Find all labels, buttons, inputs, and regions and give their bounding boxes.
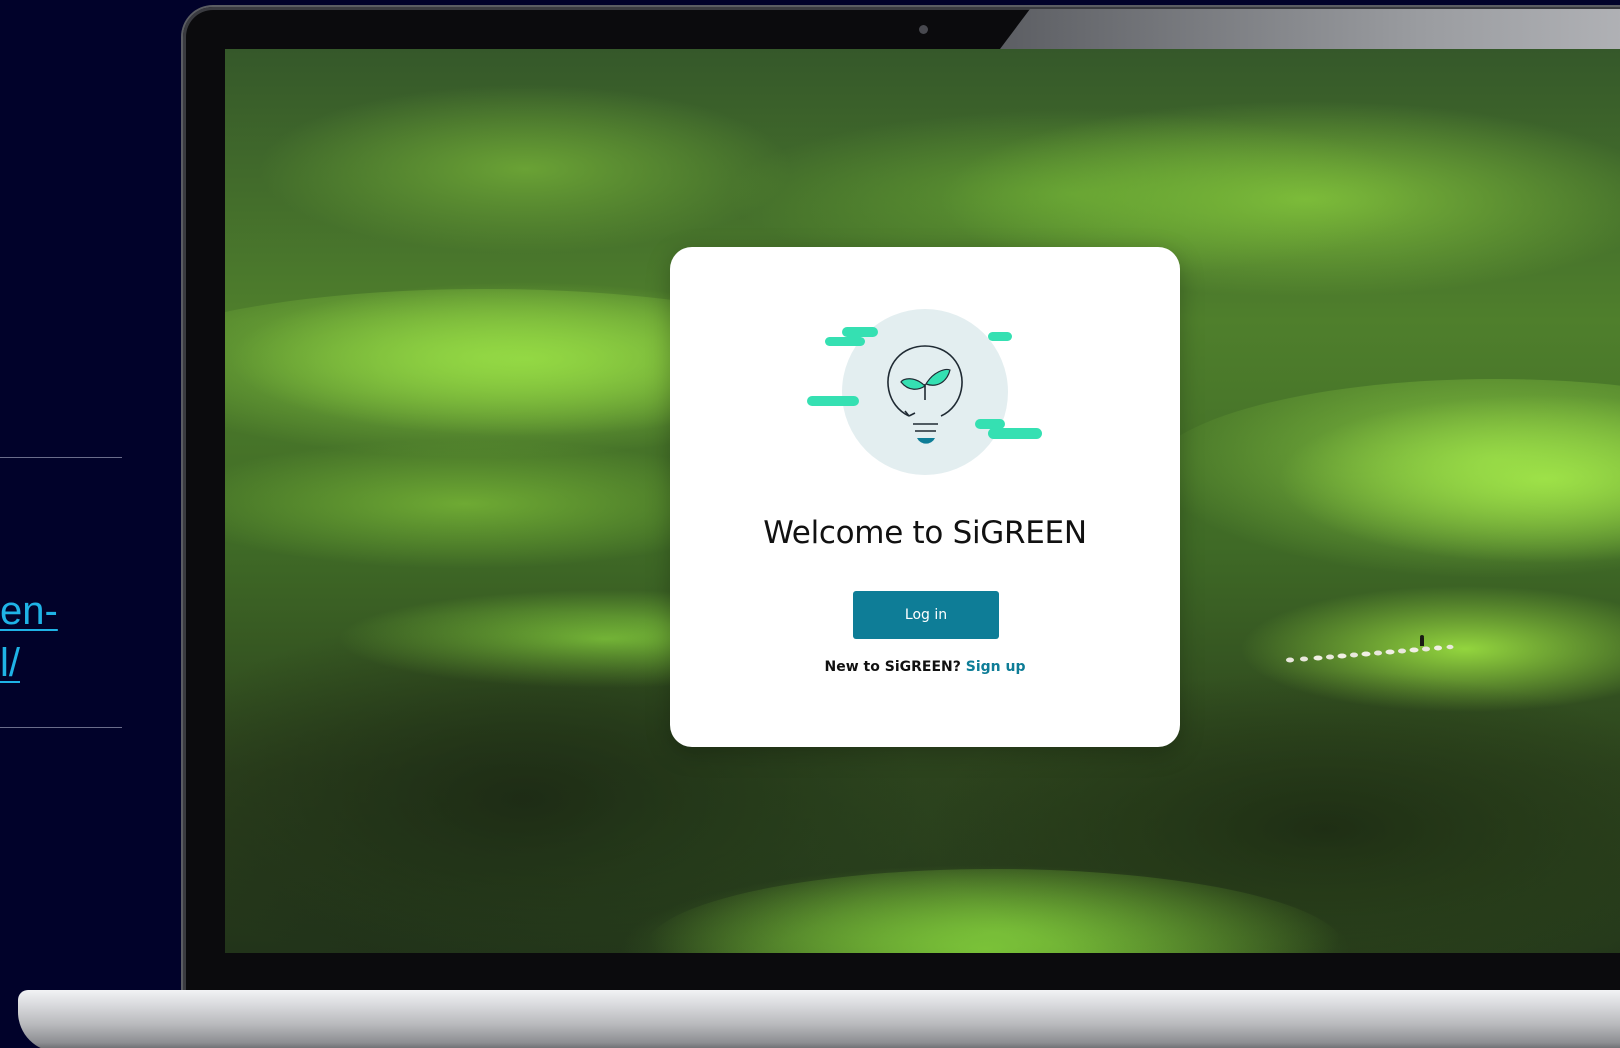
signup-row: New to SiGREEN? Sign up (670, 659, 1180, 675)
hill-highlight (1145, 379, 1620, 579)
hill-highlight (645, 869, 1345, 953)
welcome-title: Welcome to SiGREEN (763, 515, 1087, 551)
login-button[interactable]: Log in (853, 591, 999, 639)
lid-glare (1000, 9, 1620, 49)
signup-prompt: New to SiGREEN? (824, 659, 961, 675)
page: en- l/ Welcome to SiGREEN Log in New to … (0, 0, 1620, 1048)
camera-icon (919, 25, 928, 34)
laptop-screen: Welcome to SiGREEN Log in New to SiGREEN… (225, 49, 1620, 953)
slide-divider-bottom (0, 727, 122, 728)
signup-link[interactable]: Sign up (966, 659, 1026, 675)
slide-link-text[interactable]: en- l/ (0, 585, 122, 689)
slide-divider-top (0, 457, 122, 458)
sheep-flock-image (1286, 635, 1454, 663)
laptop-base (18, 990, 1620, 1048)
slide-link-line-1[interactable]: en- (0, 585, 122, 637)
slide-link-line-2[interactable]: l/ (0, 637, 122, 689)
login-card: Welcome to SiGREEN Log in New to SiGREEN… (670, 247, 1180, 747)
lightbulb-sprout-icon (807, 309, 1042, 475)
